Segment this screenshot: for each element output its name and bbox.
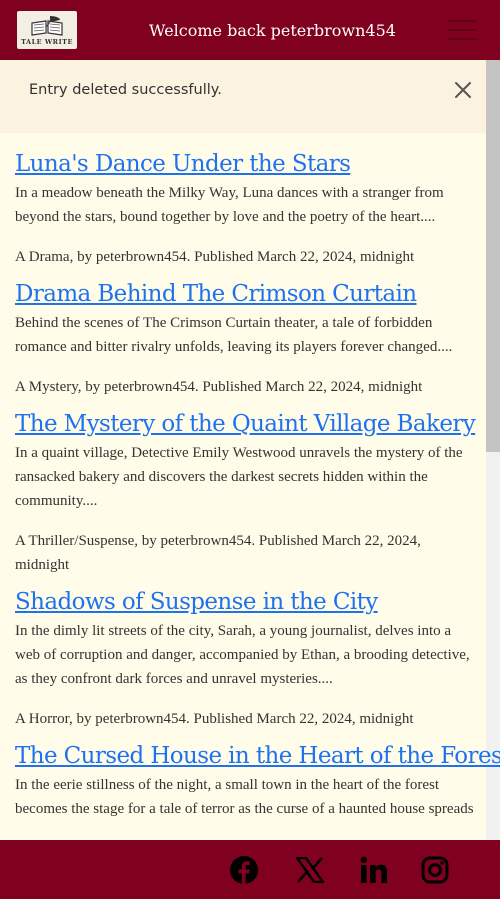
entry-summary: In a meadow beneath the Milky Way, Luna …	[15, 185, 444, 225]
entry-card: Drama Behind The Crimson Curtain Behind …	[15, 277, 477, 399]
tale-write-logo[interactable]: TALE WRITE	[17, 11, 77, 49]
entry-card: The Cursed House in the Heart of the For…	[15, 739, 500, 821]
entry-meta: A Horror, by peterbrown454. Published Ma…	[15, 711, 414, 727]
logo-text: TALE WRITE	[21, 37, 73, 46]
entry-card: The Mystery of the Quaint Village Bakery…	[15, 407, 477, 577]
entry-title-link[interactable]: Drama Behind The Crimson Curtain	[15, 277, 477, 311]
welcome-message: Welcome back peterbrown454	[149, 20, 396, 40]
footer-bar	[0, 840, 500, 899]
entry-title-link[interactable]: The Cursed House in the Heart of the For…	[15, 739, 500, 773]
hamburger-menu-icon[interactable]	[448, 18, 476, 42]
close-icon[interactable]	[450, 77, 476, 103]
scrollbar-thumb[interactable]	[486, 60, 500, 452]
alert-message: Entry deleted successfully.	[29, 81, 222, 98]
x-icon[interactable]	[294, 854, 326, 886]
entry-title-link[interactable]: Luna's Dance Under the Stars	[15, 147, 477, 181]
facebook-icon[interactable]	[228, 854, 260, 886]
entries-list: Luna's Dance Under the Stars In a meadow…	[15, 147, 500, 837]
entry-card: Luna's Dance Under the Stars In a meadow…	[15, 147, 477, 269]
entry-summary: In the eerie stillness of the night, a s…	[15, 777, 474, 817]
entry-summary: In the dimly lit streets of the city, Sa…	[15, 623, 470, 687]
entry-meta: A Thriller/Suspense, by peterbrown454. P…	[15, 533, 421, 573]
entry-title-link[interactable]: Shadows of Suspense in the City	[15, 585, 477, 619]
entry-summary: Behind the scenes of The Crimson Curtain…	[15, 315, 453, 355]
success-alert: Entry deleted successfully.	[0, 60, 486, 133]
entry-summary: In a quaint village, Detective Emily Wes…	[15, 445, 463, 509]
instagram-icon[interactable]	[419, 854, 451, 886]
entry-meta: A Drama, by peterbrown454. Published Mar…	[15, 249, 415, 265]
page-scrollbar[interactable]	[486, 60, 500, 840]
entry-card: Shadows of Suspense in the City In the d…	[15, 585, 477, 731]
book-quill-icon	[31, 15, 63, 36]
linkedin-icon[interactable]	[358, 854, 390, 886]
top-navbar: TALE WRITE Welcome back peterbrown454	[0, 0, 500, 60]
entry-title-link[interactable]: The Mystery of the Quaint Village Bakery	[15, 407, 477, 441]
entry-meta: A Mystery, by peterbrown454. Published M…	[15, 379, 423, 395]
